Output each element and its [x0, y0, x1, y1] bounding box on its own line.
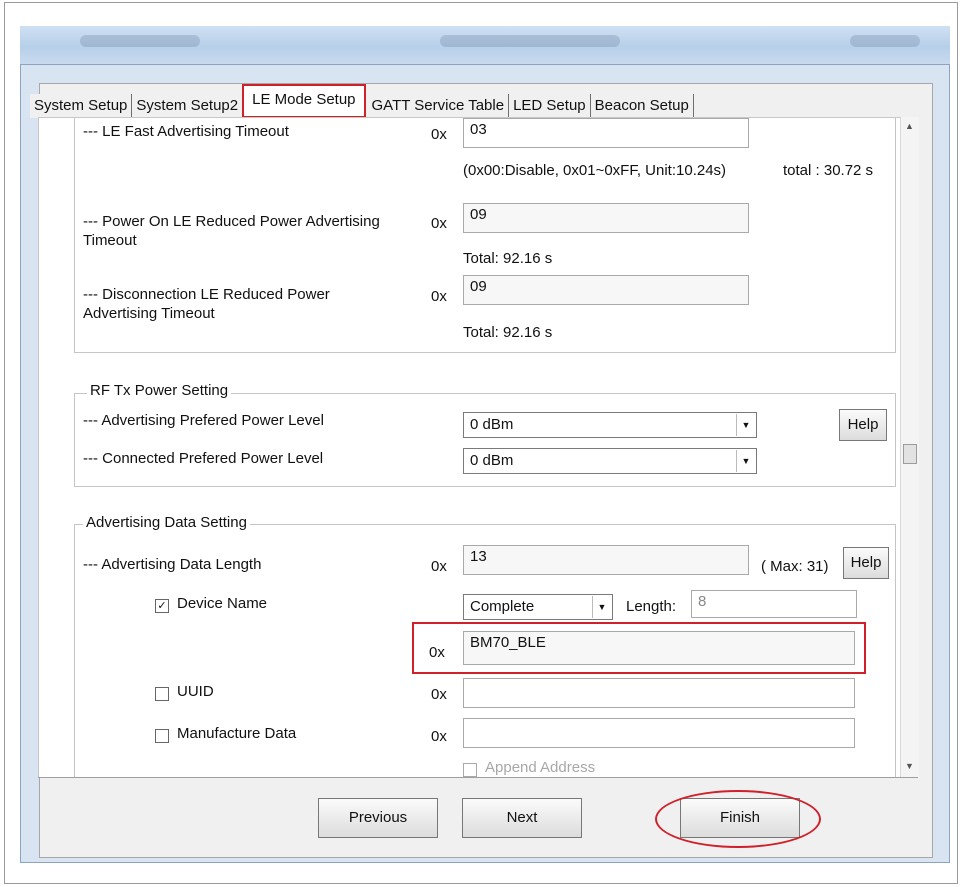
conn-power-level-value: 0 dBm — [470, 452, 514, 469]
fast-timeout-total: total : 30.72 s — [783, 162, 874, 179]
power-on-timeout-prefix: 0x — [431, 215, 447, 232]
vertical-scrollbar[interactable]: ▲ ▼ — [900, 117, 919, 777]
rf-tx-power-title: RF Tx Power Setting — [87, 382, 232, 399]
power-on-timeout-label-2: Timeout — [83, 232, 137, 249]
chevron-down-icon[interactable]: ▼ — [736, 414, 755, 436]
adv-power-level-value: 0 dBm — [470, 416, 514, 433]
advertising-data-title: Advertising Data Setting — [83, 514, 250, 531]
power-on-timeout-total: Total: 92.16 s — [463, 250, 553, 267]
append-address-label: Append Address — [485, 759, 596, 776]
disconnection-timeout-label-2: Advertising Timeout — [83, 305, 215, 322]
append-address-checkbox[interactable] — [463, 763, 477, 777]
tab-bar: System Setup System Setup2 LE Mode Setup… — [30, 84, 694, 118]
fast-timeout-hint: (0x00:Disable, 0x01~0xFF, Unit:10.24s) — [463, 162, 727, 179]
uuid-prefix: 0x — [431, 686, 447, 703]
chevron-down-icon[interactable]: ▼ — [736, 450, 755, 472]
uuid-input[interactable] — [463, 678, 855, 708]
blurred-background-window — [20, 26, 950, 64]
device-name-checkbox[interactable]: ✓ — [155, 599, 169, 613]
conn-power-level-label: --- Connected Prefered Power Level — [83, 450, 324, 467]
uuid-checkbox[interactable] — [155, 687, 169, 701]
conn-power-level-select[interactable]: 0 dBm ▼ — [463, 448, 757, 474]
adv-data-length-label: --- Advertising Data Length — [83, 556, 262, 573]
adv-data-length-prefix: 0x — [431, 558, 447, 575]
scroll-down-icon[interactable]: ▼ — [905, 761, 914, 771]
tab-beacon-setup[interactable]: Beacon Setup — [590, 94, 694, 118]
scroll-up-icon[interactable]: ▲ — [905, 121, 914, 131]
next-button[interactable]: Next — [462, 798, 582, 838]
tab-gatt-service-table[interactable]: GATT Service Table — [367, 94, 510, 118]
power-on-timeout-label: --- Power On LE Reduced Power Advertisin… — [83, 213, 380, 230]
disconnection-timeout-label: --- Disconnection LE Reduced Power — [83, 286, 330, 303]
chevron-down-icon[interactable]: ▼ — [592, 596, 611, 618]
adv-power-level-select[interactable]: 0 dBm ▼ — [463, 412, 757, 438]
manufacture-data-checkbox[interactable] — [155, 729, 169, 743]
manufacture-data-prefix: 0x — [431, 728, 447, 745]
fast-timeout-prefix: 0x — [431, 126, 447, 143]
power-on-timeout-input[interactable]: 09 — [463, 203, 749, 233]
manufacture-data-label: Manufacture Data — [177, 725, 297, 742]
tab-system-setup2[interactable]: System Setup2 — [132, 94, 243, 118]
device-name-type-value: Complete — [470, 598, 535, 615]
adv-data-length-input[interactable]: 13 — [463, 545, 749, 575]
device-name-length-text: Length: — [626, 598, 677, 615]
uuid-label: UUID — [177, 683, 214, 700]
device-name-label: Device Name — [177, 595, 268, 612]
scroll-thumb[interactable] — [903, 444, 917, 464]
device-name-type-select[interactable]: Complete ▼ — [463, 594, 613, 620]
disconnection-timeout-total: Total: 92.16 s — [463, 324, 553, 341]
fast-timeout-input[interactable]: 03 — [463, 118, 749, 148]
tab-system-setup[interactable]: System Setup — [30, 94, 133, 118]
disconnection-timeout-prefix: 0x — [431, 288, 447, 305]
adv-help-button[interactable]: Help — [843, 547, 889, 579]
content-bottom-divider — [38, 777, 918, 778]
device-name-length-input[interactable]: 8 — [691, 590, 857, 618]
device-name-highlight — [412, 622, 866, 674]
tab-led-setup[interactable]: LED Setup — [509, 94, 591, 118]
adv-power-level-label: --- Advertising Prefered Power Level — [83, 412, 324, 429]
rf-help-button[interactable]: Help — [839, 409, 887, 441]
scroll-content: --- LE Fast Advertising Timeout 0x 03 (0… — [38, 117, 901, 778]
manufacture-data-input[interactable] — [463, 718, 855, 748]
finish-highlight — [655, 790, 821, 848]
adv-data-max-label: ( Max: 31) — [761, 558, 829, 575]
fast-advertising-timeout-label: --- LE Fast Advertising Timeout — [83, 123, 289, 140]
previous-button[interactable]: Previous — [318, 798, 438, 838]
tab-le-mode-setup[interactable]: LE Mode Setup — [242, 84, 366, 118]
disconnection-timeout-input[interactable]: 09 — [463, 275, 749, 305]
